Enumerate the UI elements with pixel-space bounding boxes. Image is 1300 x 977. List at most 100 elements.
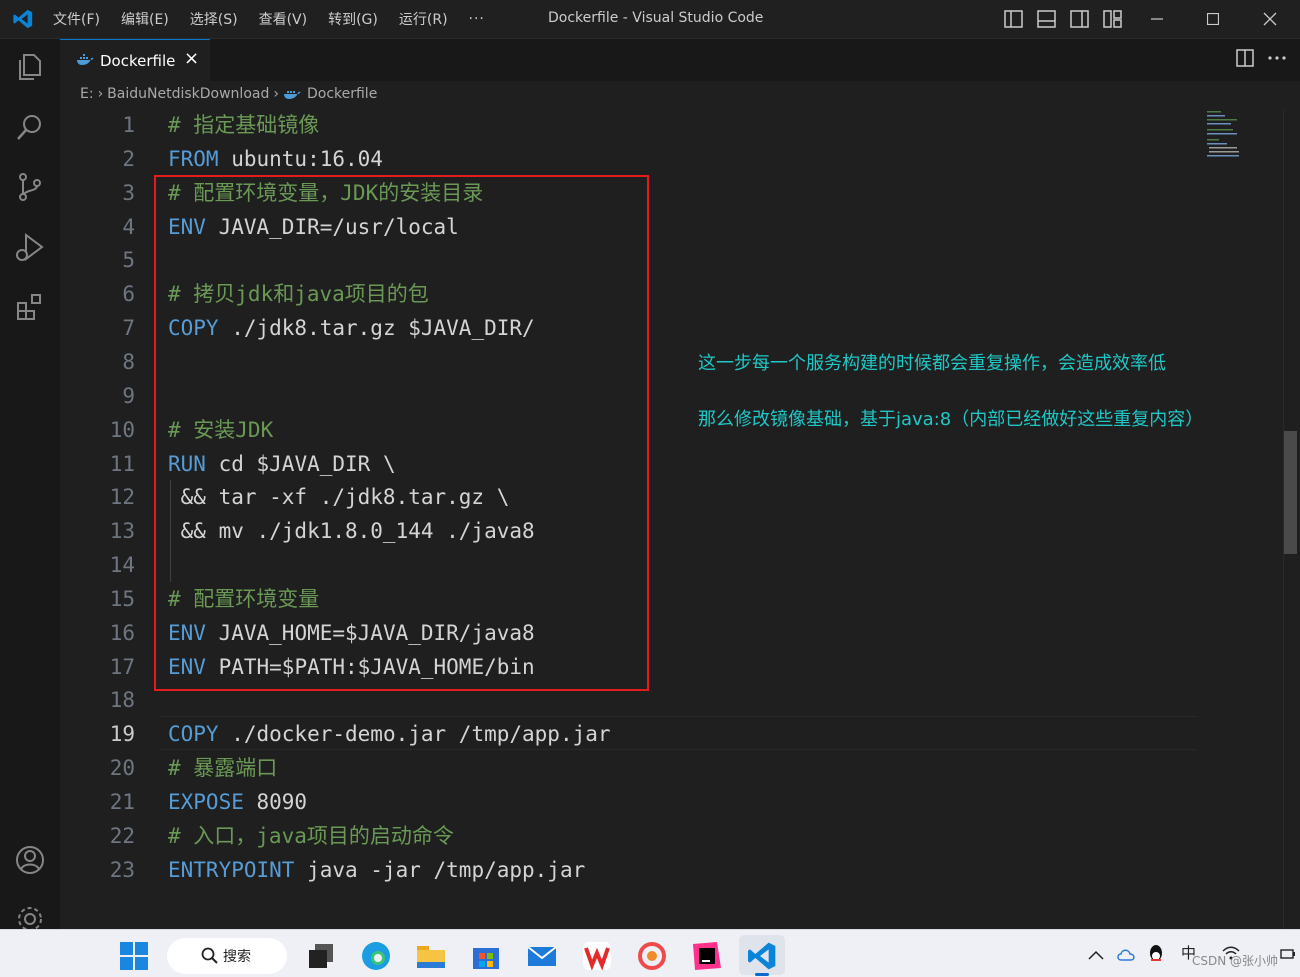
toggle-primary-sidebar-icon[interactable] [1004,10,1023,28]
line-number: 18 [109,688,135,713]
line-number: 7 [122,316,135,341]
code-comment: # 暴露端口 [168,756,278,781]
code-line[interactable]: 21 EXPOSE 8090 [60,785,1300,819]
code-text: # 暴露端口 [168,751,277,785]
docker-file-icon [77,54,94,65]
annotation-line-1: 这一步每一个服务构建的时候都会重复操作，会造成效率低 [698,353,1166,374]
line-number: 6 [122,282,135,307]
taskbar: 搜索 中 [0,929,1300,977]
line-number: 4 [122,214,135,239]
tab-bar: Dockerfile × [60,39,1300,82]
line-number: 13 [109,519,135,544]
microsoft-store-icon[interactable] [470,940,502,972]
tab-dockerfile[interactable]: Dockerfile × [60,39,210,82]
line-number: 20 [109,756,135,781]
code-text: ENTRYPOINT java -jar /tmp/app.jar [168,853,585,887]
code-token: ./docker-demo.jar /tmp/app.jar [218,722,611,747]
menu-selection[interactable]: 选择(S) [190,9,238,29]
vscode-logo-icon[interactable] [12,8,34,30]
layout-controls [1004,10,1136,28]
breadcrumb-folder[interactable]: BaiduNetdiskDownload [107,86,269,102]
watermark: CSDN @张小帅 [1192,954,1279,968]
wps-office-icon[interactable] [581,940,613,972]
close-icon [1263,12,1277,26]
code-comment: # 指定基础镜像 [168,113,320,137]
minimize-icon [1151,18,1163,20]
qq-icon[interactable] [1148,944,1164,964]
toggle-secondary-sidebar-icon[interactable] [1070,10,1089,28]
task-view-icon[interactable] [305,940,337,972]
menu-run[interactable]: 运行(R) [399,9,448,29]
chevron-up-icon[interactable] [1088,950,1104,960]
code-keyword: COPY [168,722,219,747]
line-number: 1 [122,113,135,137]
maximize-button[interactable] [1193,0,1233,38]
taskbar-search[interactable]: 搜索 [167,938,287,974]
code-line[interactable]: 20 # 暴露端口 [60,751,1300,785]
code-line[interactable]: 19 COPY ./docker-demo.jar /tmp/app.jar [60,717,1300,751]
code-line[interactable]: 23 ENTRYPOINT java -jar /tmp/app.jar [60,853,1300,887]
menu-file[interactable]: 文件(F) [53,9,100,29]
more-actions-icon[interactable] [1268,55,1286,61]
menu-go[interactable]: 转到(G) [328,9,378,29]
chevron-right-icon: › [97,86,104,102]
line-number: 9 [122,383,135,408]
file-explorer-icon[interactable] [415,940,447,972]
code-text: # 指定基础镜像 [168,108,319,142]
cloud-icon[interactable] [1116,946,1136,962]
explorer-icon[interactable] [14,51,46,83]
windows-start-icon[interactable] [118,940,150,972]
code-line[interactable]: 1 # 指定基础镜像 [60,108,1300,142]
battery-icon[interactable] [1280,946,1296,962]
line-number: 10 [109,417,135,442]
maximize-icon [1207,13,1219,25]
docker-file-icon [283,91,301,99]
menu-more[interactable]: ··· [469,11,485,27]
editor-actions [1236,49,1286,67]
line-number: 19 [109,722,135,747]
menu-bar: 文件(F) 编辑(E) 选择(S) 查看(V) 转到(G) 运行(R) ··· [53,0,506,38]
line-number: 12 [109,485,135,510]
menu-view[interactable]: 查看(V) [259,9,308,29]
code-text: COPY ./docker-demo.jar /tmp/app.jar [168,717,611,751]
line-number: 3 [122,180,135,205]
line-number: 5 [122,248,135,273]
customize-layout-icon[interactable] [1103,10,1122,28]
line-number: 11 [109,451,135,476]
tab-close-icon[interactable]: × [184,48,199,69]
close-window-button[interactable] [1250,0,1290,38]
split-editor-icon[interactable] [1236,49,1254,67]
scrollbar-thumb[interactable] [1284,431,1297,554]
highlight-box [154,175,649,691]
code-line[interactable]: 2 FROM ubuntu:16.04 [60,142,1300,176]
search-icon[interactable] [14,111,46,143]
menu-edit[interactable]: 编辑(E) [121,9,169,29]
account-icon[interactable] [14,844,46,876]
extensions-icon[interactable] [14,291,46,323]
line-number: 14 [109,553,135,578]
minimap[interactable] [1205,109,1245,159]
line-number: 16 [109,620,135,645]
code-line[interactable]: 22 # 入口，java项目的启动命令 [60,819,1300,853]
edge-browser-icon[interactable] [360,940,392,972]
code-keyword: EXPOSE [168,790,244,814]
intellij-idea-icon[interactable] [691,940,723,972]
line-number: 22 [109,823,135,848]
vscode-taskbar-icon[interactable] [746,940,778,972]
code-token: 8090 [243,790,308,814]
app-swirl-icon[interactable] [636,940,668,972]
code-token: ubuntu:16.04 [218,146,383,171]
toggle-panel-icon[interactable] [1037,10,1056,28]
title-bar: 文件(F) 编辑(E) 选择(S) 查看(V) 转到(G) 运行(R) ··· … [0,0,1300,39]
activity-bar [0,39,60,931]
run-debug-icon[interactable] [14,231,46,263]
source-control-icon[interactable] [14,171,46,203]
minimize-button[interactable] [1137,0,1177,38]
chevron-right-icon: › [273,86,279,102]
tab-label: Dockerfile [100,52,176,70]
mail-icon[interactable] [526,940,558,972]
breadcrumb: E: › BaiduNetdiskDownload › Dockerfile [80,86,377,102]
breadcrumb-file[interactable]: Dockerfile [307,86,377,102]
search-icon [201,947,218,964]
breadcrumb-drive[interactable]: E: [80,86,94,102]
